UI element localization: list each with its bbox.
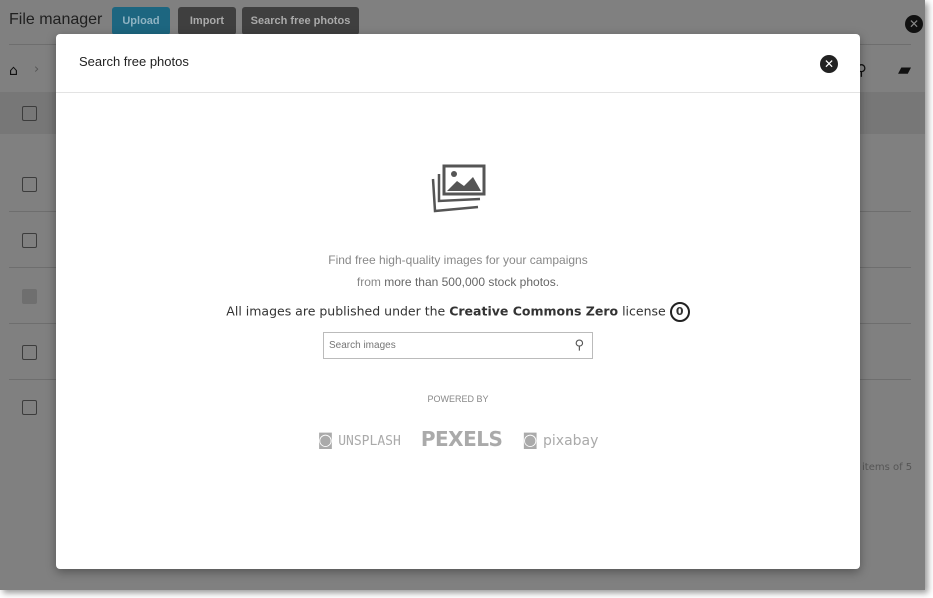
license-bold: Creative Commons Zero [449, 303, 619, 319]
intro-text: Find free high-quality images for your c… [56, 249, 860, 293]
pixabay-logo: ◙ pixabay [522, 430, 598, 449]
pexels-logo: PEXELS [420, 427, 503, 451]
row-checkbox-disabled [22, 289, 37, 304]
intro-line-2: from more than 500,000 stock photos. [56, 271, 860, 293]
search-images-input[interactable] [324, 333, 559, 358]
select-all-checkbox[interactable] [22, 106, 37, 121]
upload-button[interactable]: Upload [112, 7, 170, 35]
pixabay-label: pixabay [543, 432, 599, 449]
row-checkbox[interactable] [22, 177, 37, 192]
license-post: license [618, 303, 666, 319]
camera-icon: ◙ [317, 429, 334, 449]
intro-bold: more than 500,000 stock photos [384, 275, 556, 289]
photos-icon [431, 164, 486, 213]
intro-pre: from [356, 275, 385, 289]
modal-header: Search free photos ✕ [56, 34, 860, 93]
intro-line-1: Find free high-quality images for your c… [328, 253, 588, 267]
search-box: ⚲ [323, 332, 593, 359]
row-checkbox[interactable] [22, 400, 37, 415]
row-checkbox[interactable] [22, 233, 37, 248]
cc-zero-icon: 0 [669, 302, 690, 322]
intro-post: . [555, 275, 560, 289]
provider-logos: ◙ UNSPLASH PEXELS ◙ pixabay [56, 427, 860, 451]
unsplash-label: UNSPLASH [338, 433, 401, 449]
import-button[interactable]: Import [178, 7, 236, 35]
pagination-count: items of 5 [862, 462, 913, 473]
breadcrumb-separator: › [34, 62, 40, 77]
search-photos-modal: Search free photos ✕ Find free high-qual… [56, 34, 860, 569]
powered-by-label: POWERED BY [427, 394, 489, 404]
unsplash-logo: ◙ UNSPLASH [318, 430, 401, 449]
app-title: File manager [9, 11, 103, 28]
modal-close-icon[interactable]: ✕ [820, 55, 838, 73]
license-pre: All images are published under the [226, 303, 450, 319]
search-icon[interactable]: ⚲ [574, 338, 584, 353]
close-icon[interactable]: ✕ [905, 15, 923, 33]
search-free-photos-button[interactable]: Search free photos [242, 7, 359, 35]
row-checkbox[interactable] [22, 345, 37, 360]
modal-title: Search free photos [79, 54, 189, 69]
home-icon[interactable]: ⌂ [9, 63, 18, 79]
license-text: All images are published under the Creat… [56, 302, 860, 322]
add-folder-icon[interactable]: ▰ [898, 60, 911, 80]
camera-icon: ◙ [522, 429, 538, 449]
